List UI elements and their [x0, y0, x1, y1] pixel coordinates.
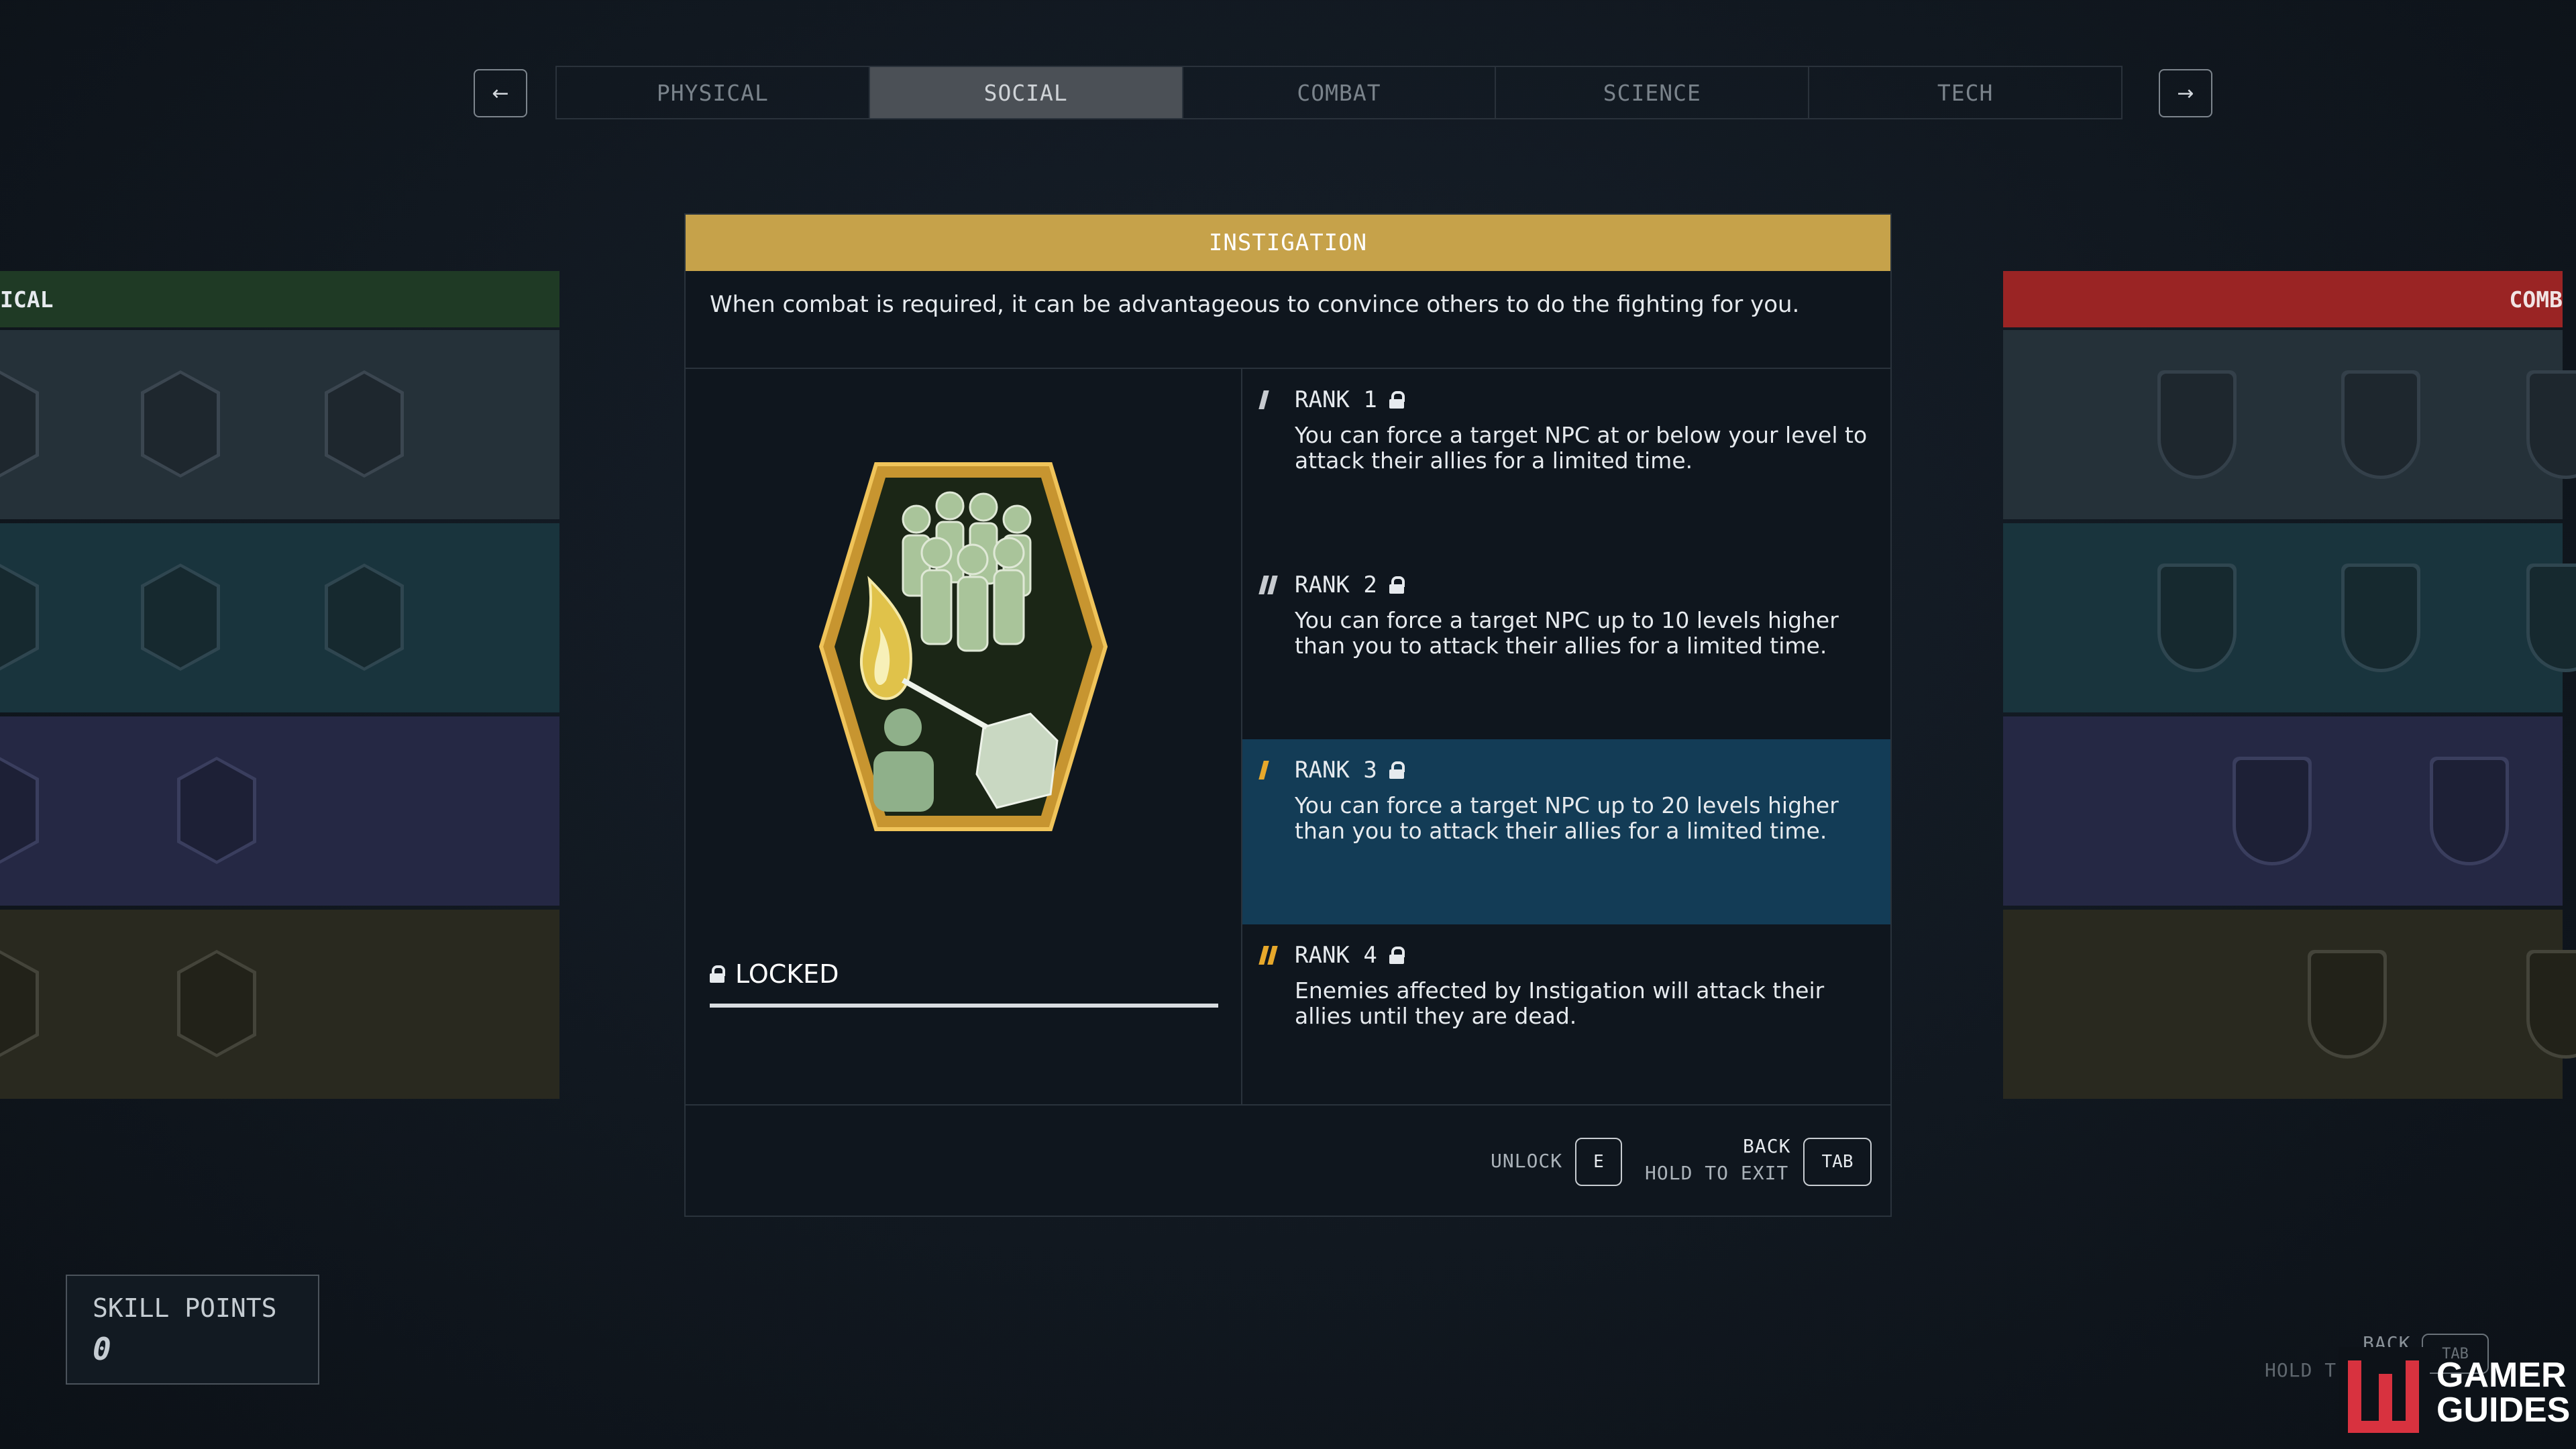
watermark-text: GAMER GUIDES [2436, 1358, 2570, 1428]
rank-description: Enemies affected by Instigation will att… [1295, 977, 1825, 1029]
tab-combat[interactable]: COMBAT [1183, 67, 1497, 118]
lock-icon [1389, 391, 1405, 409]
skill-shield-icon[interactable] [2526, 950, 2576, 1059]
corner-hold-hint: HOLD T [2265, 1359, 2337, 1381]
skill-badge-icon[interactable] [0, 564, 39, 671]
physical-skill-tree: ICAL [0, 271, 559, 1106]
back-hint: BACK [1743, 1135, 1791, 1157]
tab-social[interactable]: SOCIAL [869, 67, 1183, 118]
skill-shield-icon[interactable] [2308, 950, 2387, 1059]
skill-detail-panel: INSTIGATION When combat is required, it … [684, 213, 1892, 1217]
rank-label: RANK 2 [1295, 572, 1377, 598]
skill-badge-icon[interactable] [177, 950, 256, 1057]
back-key-button[interactable]: TAB [1803, 1138, 1872, 1186]
rank-description: You can force a target NPC up to 10 leve… [1295, 607, 1839, 659]
arrow-left-icon: ← [492, 81, 509, 105]
skill-row-tier1 [0, 330, 559, 519]
rank-1-pip-icon [1258, 390, 1283, 409]
sniper-skill-icon[interactable] [2233, 757, 2312, 865]
rank-label: RANK 1 [1295, 386, 1377, 413]
tab-physical[interactable]: PHYSICAL [557, 67, 870, 118]
skill-badge-icon[interactable] [141, 564, 220, 671]
rank-4-pip-icon [1258, 946, 1283, 965]
rank-description: You can force a target NPC at or below y… [1295, 422, 1868, 474]
tab-science[interactable]: SCIENCE [1496, 67, 1810, 118]
skill-badge-icon[interactable] [141, 370, 220, 478]
hold-to-exit-hint: HOLD TO EXIT [1645, 1162, 1789, 1184]
skill-badge-icon[interactable] [0, 757, 39, 864]
rank-list: RANK 1 You can force a target NPC at or … [1242, 369, 1890, 1104]
next-category-button[interactable]: → [2159, 69, 2212, 117]
skill-emblem-column: LOCKED [686, 369, 1242, 1104]
tab-tech[interactable]: TECH [1809, 67, 2121, 118]
prev-category-button[interactable]: ← [474, 69, 527, 117]
arrow-right-icon: → [2177, 81, 2194, 105]
rank-2-pip-icon [1258, 576, 1283, 594]
rank-label: RANK 4 [1295, 942, 1377, 969]
lock-icon [1389, 761, 1405, 779]
lock-icon [710, 965, 725, 983]
lock-icon [1389, 947, 1405, 964]
combat-skill-tree: COMB [2003, 271, 2576, 1106]
rifle-skill-icon[interactable] [2341, 370, 2420, 479]
physical-header: ICAL [0, 271, 559, 327]
skill-title: INSTIGATION [686, 215, 1890, 271]
category-tabs: PHYSICAL SOCIAL COMBAT SCIENCE TECH [555, 66, 2123, 119]
grenade-skill-icon[interactable] [2157, 564, 2237, 672]
rank-description: You can force a target NPC up to 20 leve… [1295, 792, 1839, 844]
skill-points-panel: SKILL POINTS 0 [66, 1275, 319, 1385]
skill-badge-icon[interactable] [0, 950, 39, 1057]
skill-badge-icon[interactable] [0, 370, 39, 478]
rank-item[interactable]: RANK 1 You can force a target NPC at or … [1242, 369, 1890, 554]
skill-badge-icon[interactable] [325, 564, 404, 671]
skill-row-tier2 [0, 523, 559, 712]
unlock-hint: UNLOCK [1491, 1150, 1563, 1172]
watermark-line1: GAMER [2436, 1356, 2567, 1395]
skill-description: When combat is required, it can be advan… [710, 291, 1800, 318]
physical-header-label: ICAL [0, 286, 54, 313]
skill-points-label: SKILL POINTS [93, 1293, 277, 1323]
unlock-key-button[interactable]: E [1575, 1138, 1622, 1186]
divider [686, 1104, 1890, 1106]
rank-3-pip-icon [1258, 761, 1283, 780]
gamer-guides-logo-icon [2339, 1347, 2430, 1438]
lock-status: LOCKED [710, 959, 839, 989]
heavy-weapon-skill-icon[interactable] [2430, 757, 2509, 865]
skill-row-tier3 [2003, 716, 2563, 906]
skill-badge-icon[interactable] [325, 370, 404, 478]
combat-header-label: COMB [2509, 286, 2563, 313]
lock-status-label: LOCKED [735, 959, 839, 989]
combat-header: COMB [2003, 271, 2563, 327]
skill-row-tier4 [0, 910, 559, 1099]
skill-row-tier1 [2003, 330, 2576, 519]
shotgun-skill-icon[interactable] [2341, 564, 2420, 672]
rank-item[interactable]: RANK 2 You can force a target NPC up to … [1242, 554, 1890, 739]
instigation-emblem-icon [818, 462, 1108, 831]
skill-shield-icon[interactable] [2526, 564, 2576, 672]
skill-row-tier2 [2003, 523, 2576, 712]
pistol-skill-icon[interactable] [2157, 370, 2237, 479]
skill-points-value: 0 [93, 1331, 111, 1367]
skill-badge-icon[interactable] [177, 757, 256, 864]
rank-item-selected[interactable]: RANK 3 You can force a target NPC up to … [1242, 739, 1890, 924]
lock-icon [1389, 576, 1405, 594]
rank-label: RANK 3 [1295, 757, 1377, 784]
rank-progress-fill [710, 1004, 1218, 1008]
skill-shield-icon[interactable] [2526, 370, 2576, 479]
rank-item[interactable]: RANK 4 Enemies affected by Instigation w… [1242, 924, 1890, 1110]
skill-row-tier4 [2003, 910, 2576, 1099]
watermark-line2: GUIDES [2436, 1391, 2571, 1430]
rank-progress-bar [710, 1004, 1218, 1008]
skill-row-tier3 [0, 716, 559, 906]
